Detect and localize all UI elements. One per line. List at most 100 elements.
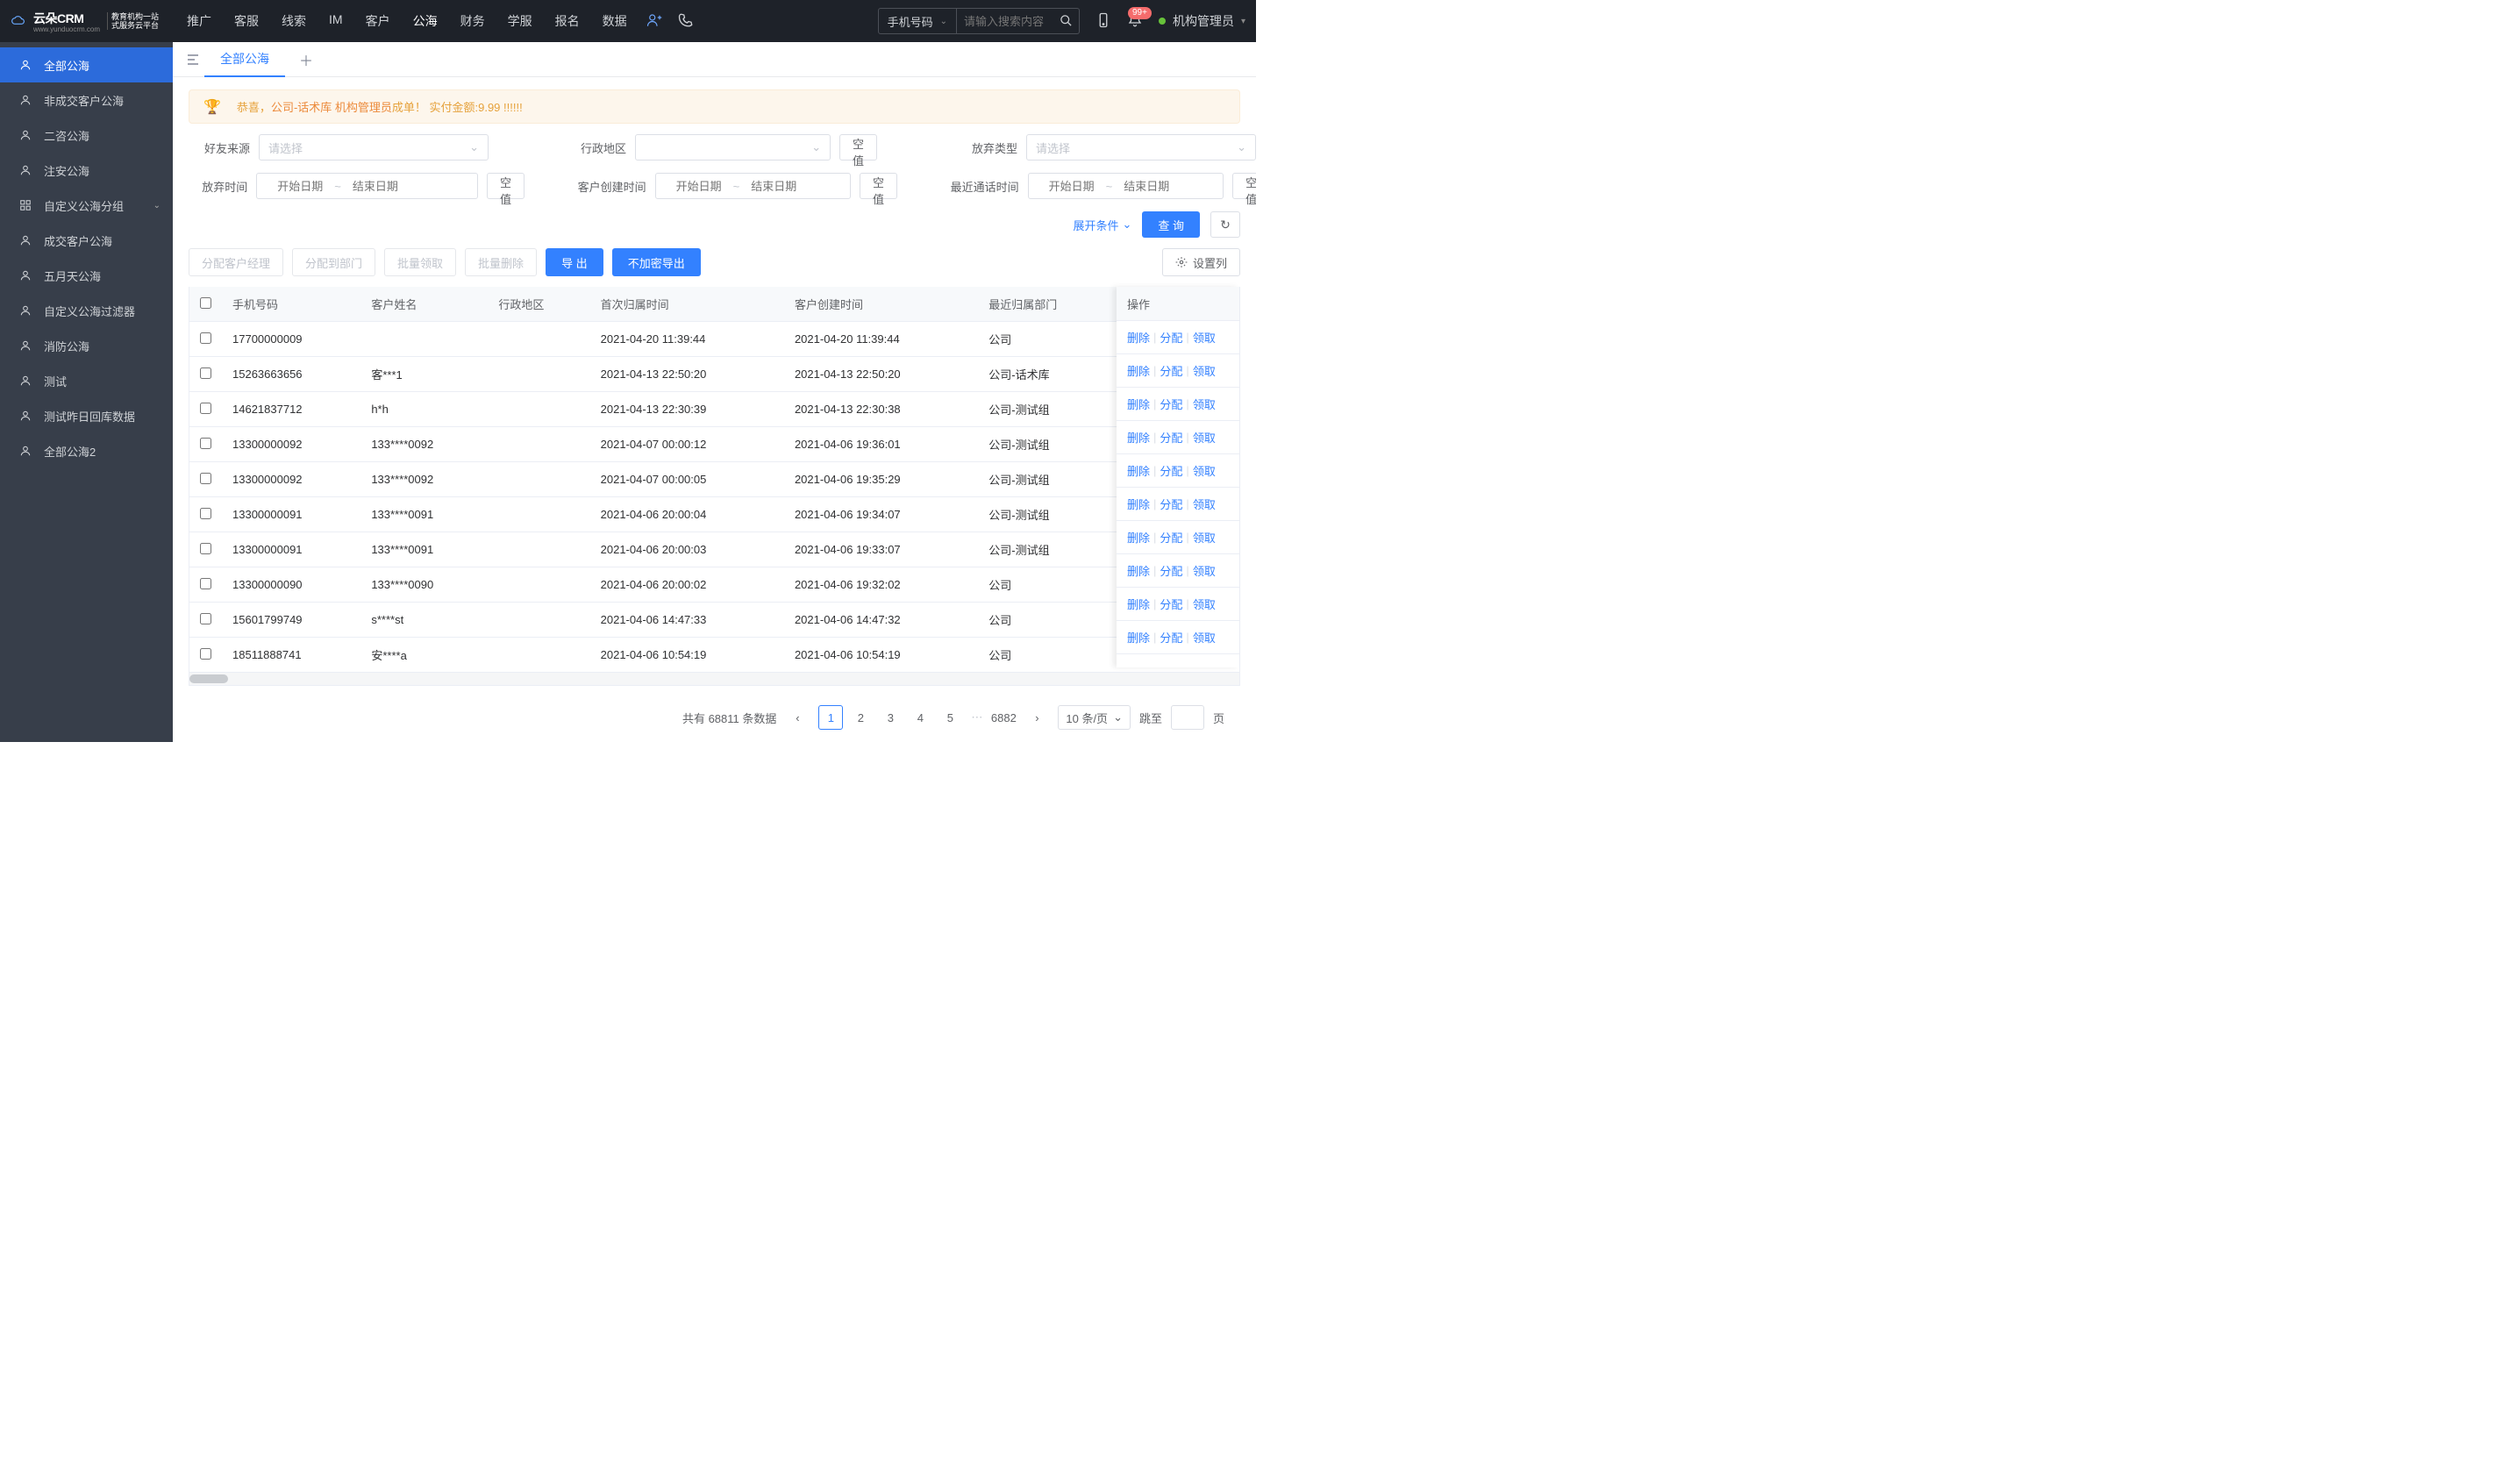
- action-领取[interactable]: 领取: [1193, 496, 1216, 512]
- banner-link[interactable]: 公司-话术库 机构管理员: [271, 101, 392, 114]
- action-领取[interactable]: 领取: [1193, 396, 1216, 412]
- filter-friend-source-select[interactable]: 请选择⌄: [259, 134, 489, 161]
- action-分配[interactable]: 分配: [1160, 362, 1182, 379]
- create-start-input[interactable]: [665, 180, 733, 193]
- top-nav-item-3[interactable]: IM: [329, 12, 343, 30]
- action-删除[interactable]: 删除: [1127, 496, 1150, 512]
- action-领取[interactable]: 领取: [1193, 629, 1216, 646]
- row-checkbox[interactable]: [189, 322, 222, 357]
- filter-create-time-range[interactable]: ~: [655, 173, 851, 199]
- tab-list-toggle-icon[interactable]: [185, 52, 201, 68]
- expand-filters-link[interactable]: 展开条件⌄: [1073, 217, 1131, 233]
- sidebar-item-8[interactable]: 消防公海: [0, 328, 173, 363]
- pager-page-3[interactable]: 3: [878, 705, 903, 730]
- top-nav-item-9[interactable]: 数据: [603, 12, 627, 30]
- row-checkbox[interactable]: [189, 357, 222, 392]
- sidebar-item-1[interactable]: 非成交客户公海: [0, 82, 173, 118]
- lastcall-start-input[interactable]: [1038, 180, 1106, 193]
- action-删除[interactable]: 删除: [1127, 462, 1150, 479]
- filter-region-select[interactable]: ⌄: [635, 134, 831, 161]
- row-checkbox[interactable]: [189, 497, 222, 532]
- sidebar-item-10[interactable]: 测试昨日回库数据: [0, 398, 173, 433]
- sidebar-item-7[interactable]: 自定义公海过滤器: [0, 293, 173, 328]
- sidebar-item-0[interactable]: 全部公海: [0, 47, 173, 82]
- row-checkbox[interactable]: [189, 532, 222, 567]
- action-删除[interactable]: 删除: [1127, 429, 1150, 446]
- action-分配[interactable]: 分配: [1160, 529, 1182, 546]
- action-分配[interactable]: 分配: [1160, 462, 1182, 479]
- action-删除[interactable]: 删除: [1127, 329, 1150, 346]
- top-nav-item-7[interactable]: 学服: [508, 12, 532, 30]
- assign-manager-button[interactable]: 分配客户经理: [189, 248, 283, 276]
- action-领取[interactable]: 领取: [1193, 429, 1216, 446]
- filter-region-empty-button[interactable]: 空值: [839, 134, 877, 161]
- pager-prev[interactable]: ‹: [785, 705, 810, 730]
- action-分配[interactable]: 分配: [1160, 562, 1182, 579]
- pager-last-page[interactable]: 6882: [991, 705, 1016, 730]
- export-button[interactable]: 导 出: [546, 248, 603, 276]
- action-分配[interactable]: 分配: [1160, 629, 1182, 646]
- row-checkbox[interactable]: [189, 392, 222, 427]
- filter-abandon-time-empty-button[interactable]: 空值: [487, 173, 525, 199]
- batch-delete-button[interactable]: 批量删除: [465, 248, 537, 276]
- action-领取[interactable]: 领取: [1193, 529, 1216, 546]
- lastcall-end-input[interactable]: [1112, 180, 1181, 193]
- sidebar-item-2[interactable]: 二咨公海: [0, 118, 173, 153]
- action-删除[interactable]: 删除: [1127, 629, 1150, 646]
- tab-active[interactable]: 全部公海: [204, 42, 285, 77]
- row-checkbox[interactable]: [189, 603, 222, 638]
- sidebar-item-6[interactable]: 五月天公海: [0, 258, 173, 293]
- abandon-start-input[interactable]: [266, 180, 334, 193]
- action-领取[interactable]: 领取: [1193, 362, 1216, 379]
- add-user-icon[interactable]: [646, 12, 662, 31]
- notification-icon[interactable]: 99+: [1127, 12, 1143, 31]
- top-nav-item-1[interactable]: 客服: [234, 12, 259, 30]
- top-nav-item-4[interactable]: 客户: [366, 12, 390, 30]
- sidebar-item-3[interactable]: 注安公海: [0, 153, 173, 188]
- action-分配[interactable]: 分配: [1160, 329, 1182, 346]
- top-nav-item-6[interactable]: 财务: [460, 12, 485, 30]
- action-领取[interactable]: 领取: [1193, 462, 1216, 479]
- action-领取[interactable]: 领取: [1193, 596, 1216, 612]
- row-checkbox[interactable]: [189, 567, 222, 603]
- action-删除[interactable]: 删除: [1127, 562, 1150, 579]
- search-type-select[interactable]: 手机号码 ⌄: [878, 8, 957, 34]
- action-删除[interactable]: 删除: [1127, 362, 1150, 379]
- action-领取[interactable]: 领取: [1193, 562, 1216, 579]
- top-nav-item-2[interactable]: 线索: [282, 12, 306, 30]
- top-nav-item-0[interactable]: 推广: [187, 12, 211, 30]
- batch-take-button[interactable]: 批量领取: [384, 248, 456, 276]
- top-nav-item-8[interactable]: 报名: [555, 12, 580, 30]
- pager-size-select[interactable]: 10 条/页⌄: [1058, 705, 1131, 730]
- pager-jump-input[interactable]: [1171, 705, 1204, 730]
- search-icon[interactable]: [1060, 14, 1073, 27]
- action-分配[interactable]: 分配: [1160, 496, 1182, 512]
- row-checkbox[interactable]: [189, 638, 222, 673]
- tab-add-button[interactable]: ＋: [289, 49, 324, 70]
- sidebar-item-4[interactable]: 自定义公海分组⌄: [0, 188, 173, 223]
- user-menu[interactable]: 机构管理员 ▾: [1159, 12, 1245, 30]
- action-删除[interactable]: 删除: [1127, 596, 1150, 612]
- filter-create-time-empty-button[interactable]: 空值: [860, 173, 897, 199]
- horizontal-scrollbar[interactable]: [189, 673, 1239, 685]
- assign-dept-button[interactable]: 分配到部门: [292, 248, 375, 276]
- action-分配[interactable]: 分配: [1160, 596, 1182, 612]
- pager-page-4[interactable]: 4: [908, 705, 932, 730]
- pager-page-5[interactable]: 5: [938, 705, 962, 730]
- filter-last-call-range[interactable]: ~: [1028, 173, 1224, 199]
- device-icon[interactable]: [1095, 12, 1111, 31]
- set-columns-button[interactable]: 设置列: [1162, 248, 1240, 276]
- pager-next[interactable]: ›: [1024, 705, 1049, 730]
- action-删除[interactable]: 删除: [1127, 529, 1150, 546]
- pager-page-2[interactable]: 2: [848, 705, 873, 730]
- export-plain-button[interactable]: 不加密导出: [612, 248, 701, 276]
- row-checkbox[interactable]: [189, 462, 222, 497]
- sidebar-item-11[interactable]: 全部公海2: [0, 433, 173, 468]
- action-分配[interactable]: 分配: [1160, 429, 1182, 446]
- refresh-button[interactable]: ↻: [1210, 211, 1240, 238]
- create-end-input[interactable]: [739, 180, 808, 193]
- top-nav-item-5[interactable]: 公海: [413, 12, 438, 30]
- sidebar-item-5[interactable]: 成交客户公海: [0, 223, 173, 258]
- phone-icon[interactable]: [678, 12, 694, 31]
- action-分配[interactable]: 分配: [1160, 396, 1182, 412]
